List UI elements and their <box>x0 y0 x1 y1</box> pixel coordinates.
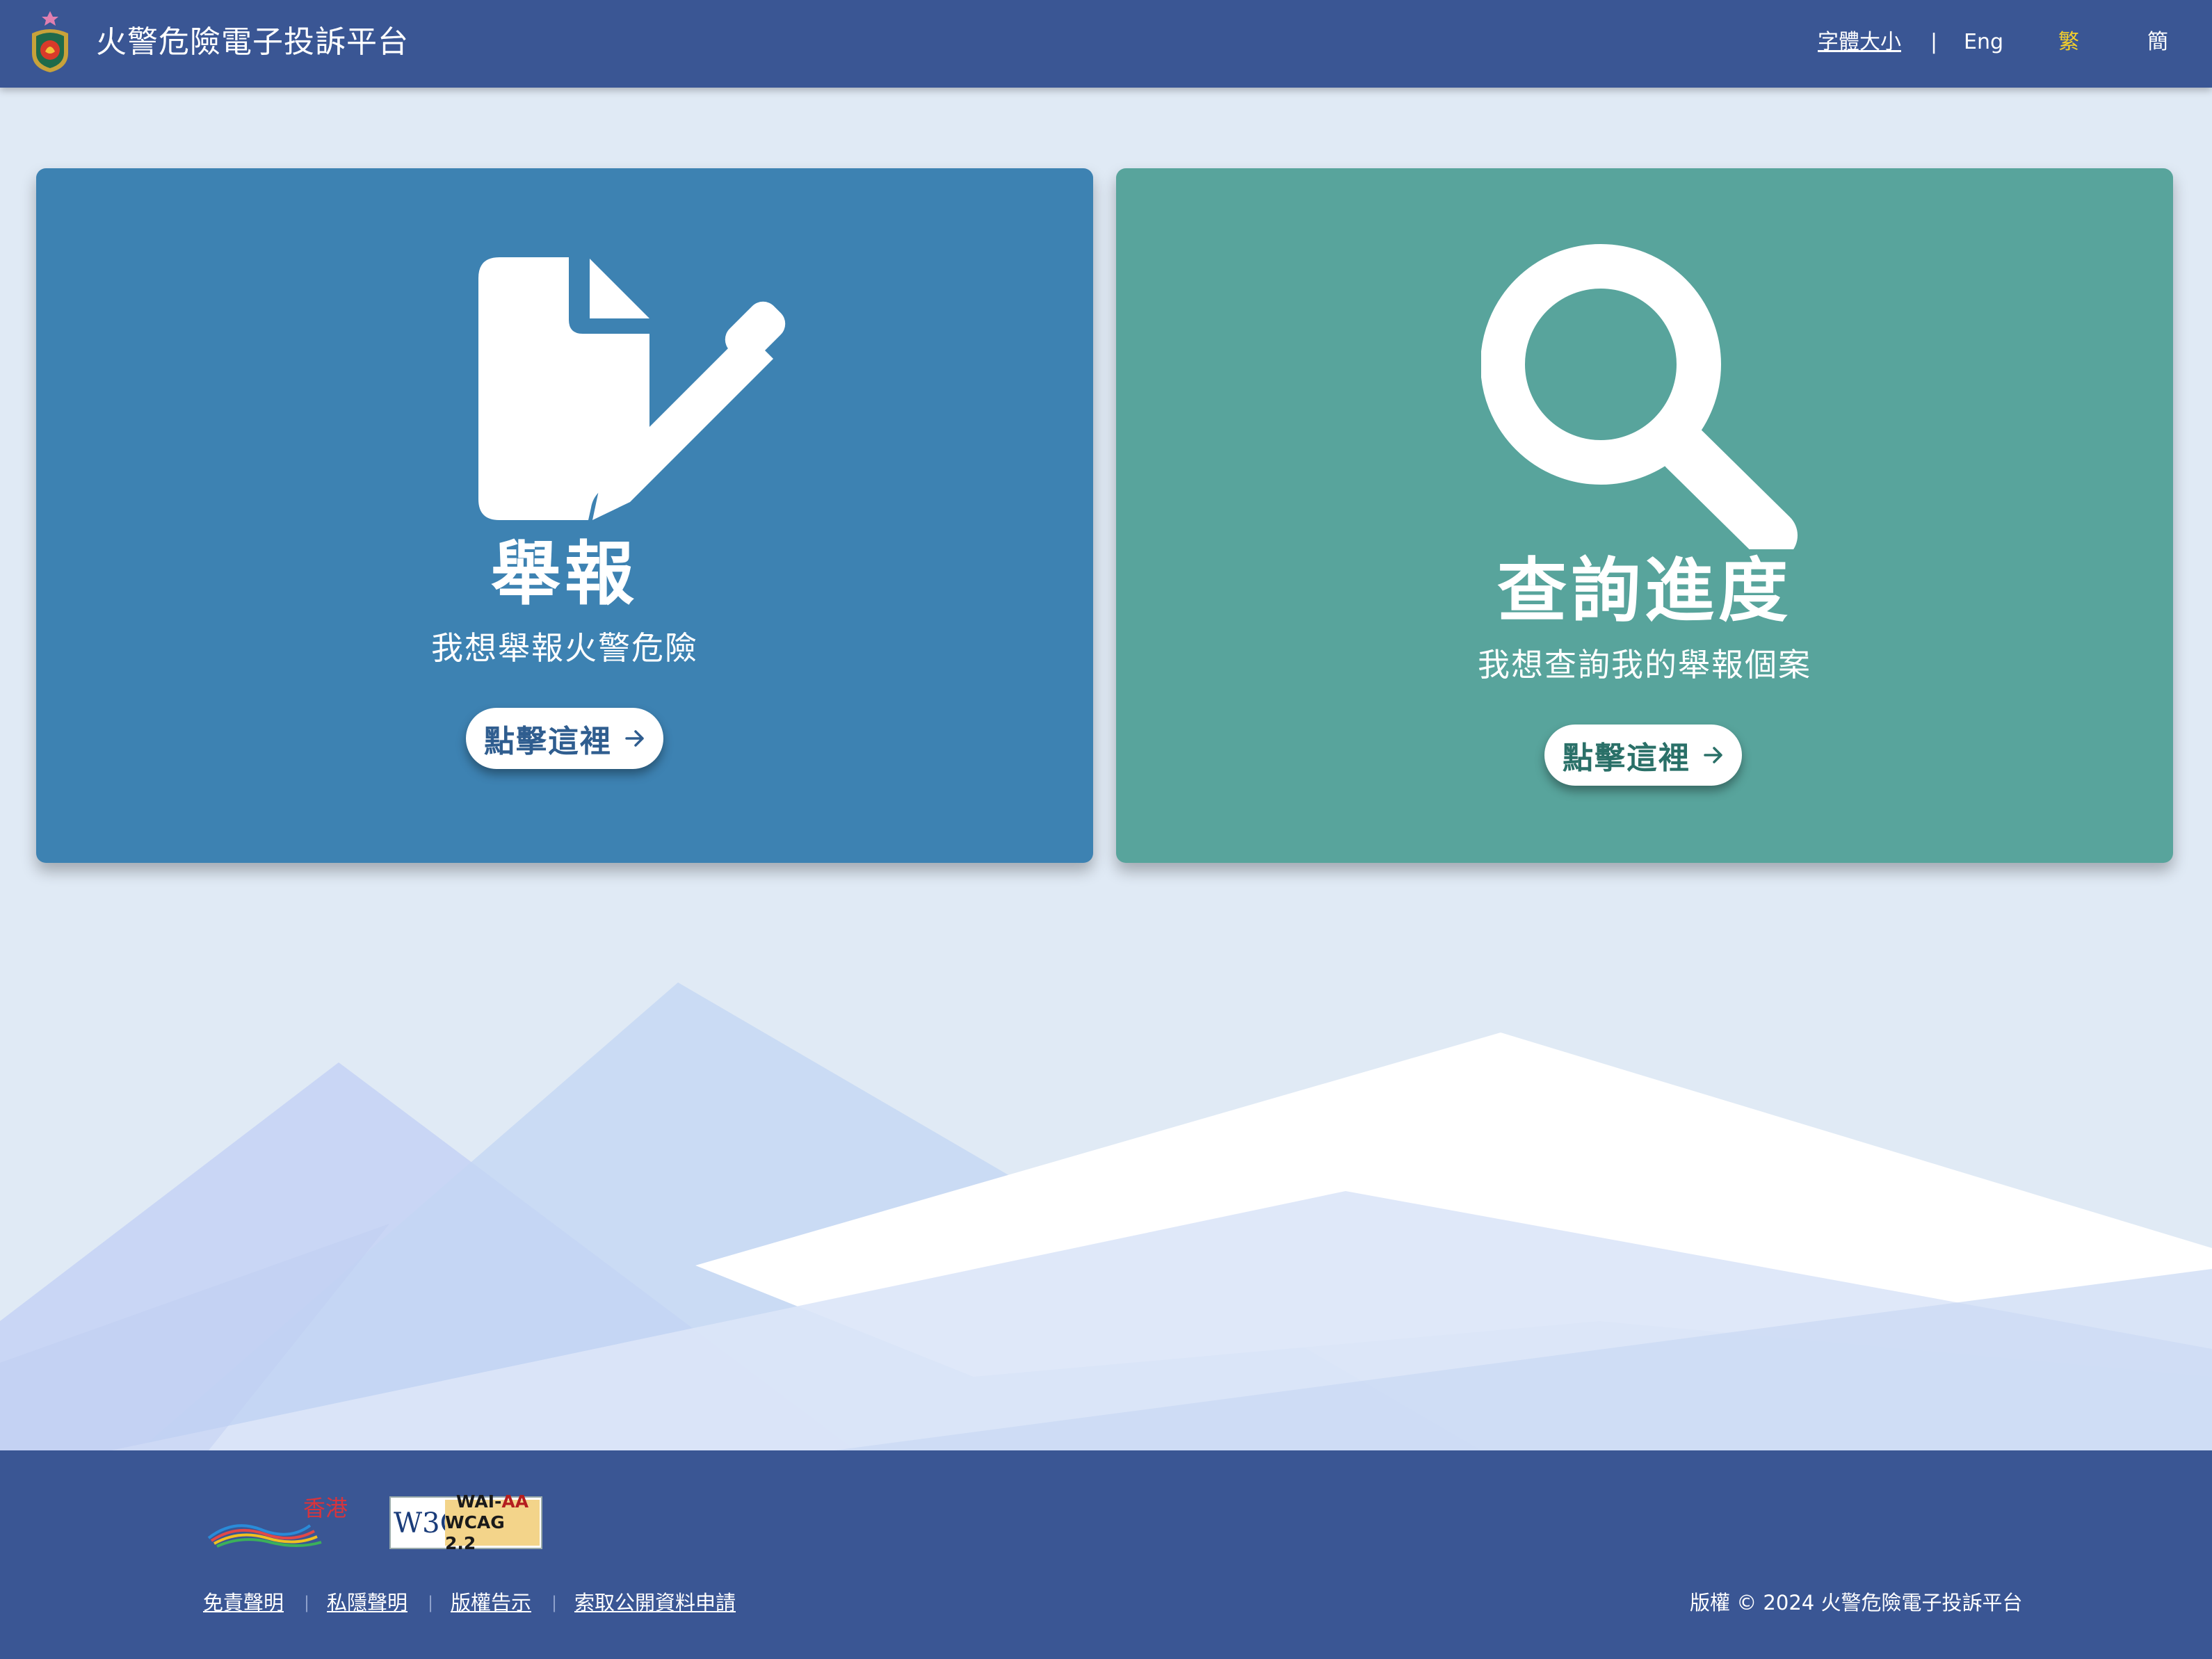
w3c-wcag-badge[interactable]: W3C WAI-AA WCAG 2.2 <box>389 1491 542 1553</box>
arrow-right-icon <box>1704 747 1722 763</box>
copyright-text: 版權 © 2024 火警危險電子投訴平台 <box>1690 1591 2023 1615</box>
wai-label: WAI- <box>455 1491 502 1512</box>
track-button-label: 點擊這裡 <box>1563 741 1690 776</box>
brand-hong-kong-logo[interactable]: 香港 <box>206 1495 352 1552</box>
wcag-version-label: WCAG 2.2 <box>445 1512 505 1553</box>
fire-services-emblem-icon <box>32 11 68 72</box>
search-icon <box>1481 244 1798 549</box>
footer-link-copyright-notice[interactable]: 版權告示 <box>451 1589 531 1617</box>
w3c-logo: W3C <box>394 1507 462 1539</box>
header-separator: | <box>1930 30 1938 54</box>
track-click-here-button[interactable]: 點擊這裡 <box>1544 725 1742 786</box>
lang-traditional-link[interactable]: 繁 <box>2058 28 2079 57</box>
font-size-link[interactable]: 字體大小 <box>1818 28 1901 57</box>
site-title: 火警危險電子投訴平台 <box>96 24 409 60</box>
footer-link-disclaimer[interactable]: 免責聲明 <box>203 1589 284 1617</box>
aa-label: AA <box>501 1491 529 1512</box>
report-card-title: 舉報 <box>491 533 638 615</box>
report-button-label: 點擊這裡 <box>484 724 612 759</box>
file-signature-icon <box>478 257 786 520</box>
report-click-here-button[interactable]: 點擊這裡 <box>466 708 663 769</box>
page-footer: 香港 W3C WAI-AA WCAG 2.2 <box>0 1450 2212 1659</box>
footer-link-separator: | <box>304 1593 310 1612</box>
footer-link-separator: | <box>428 1593 434 1612</box>
arrow-right-icon <box>625 730 644 747</box>
track-card-title: 查詢進度 <box>1497 550 1792 631</box>
background-mountains <box>0 982 2212 1450</box>
footer-link-access-to-information[interactable]: 索取公開資料申請 <box>574 1589 736 1617</box>
wcag-level-label: WAI-AA WCAG 2.2 <box>445 1491 540 1553</box>
lang-simplified-link[interactable]: 簡 <box>2147 28 2168 57</box>
top-header: 火警危險電子投訴平台 字體大小 | Eng 繁 簡 <box>0 0 2212 88</box>
footer-link-separator: | <box>551 1593 558 1612</box>
track-progress-card[interactable]: 查詢進度 我想查詢我的舉報個案 點擊這裡 <box>1116 168 2173 863</box>
report-card-subtitle: 我想舉報火警危險 <box>431 629 698 667</box>
lang-english-link[interactable]: Eng <box>1964 28 2003 57</box>
footer-link-privacy[interactable]: 私隱聲明 <box>327 1589 407 1617</box>
brand-hk-text: 香港 <box>303 1495 348 1521</box>
report-card[interactable]: 舉報 我想舉報火警危險 點擊這裡 <box>36 168 1093 863</box>
track-card-subtitle: 我想查詢我的舉報個案 <box>1478 646 1811 683</box>
